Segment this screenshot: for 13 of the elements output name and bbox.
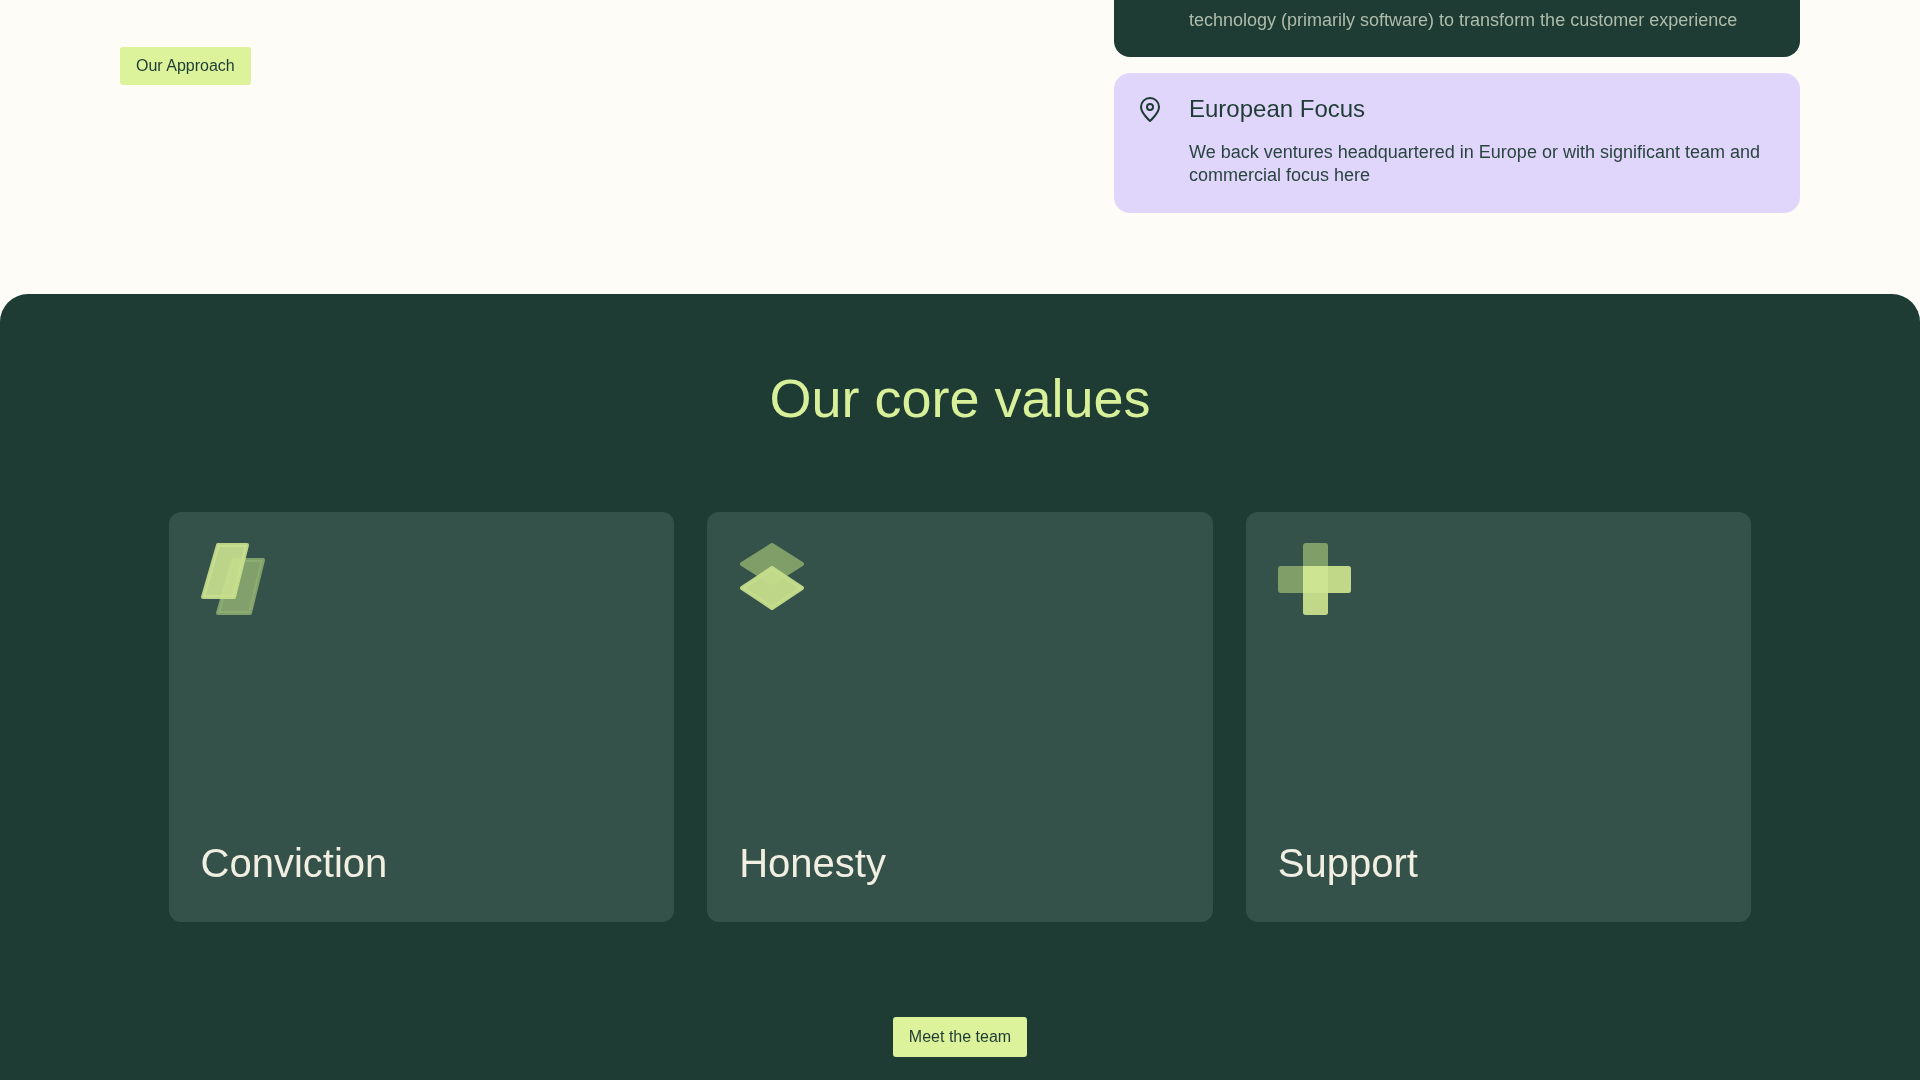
card-description: We back ventures headquartered in Europe or with significant team and commercial focus here [1189,141,1761,187]
plus-icon [1277,543,1351,615]
value-title: Support [1277,840,1418,887]
stacked-layers-icon [739,543,806,610]
card-description: technology (primarily software) to transform the customer experience [1189,9,1738,32]
section-heading: Our core values [769,367,1151,430]
card-title: European Focus [1189,95,1367,123]
our-approach-button[interactable]: Our Approach [120,47,251,85]
map-pin-icon [1139,97,1161,122]
parallelograms-icon [200,543,265,615]
meet-the-team-button[interactable]: Meet the team [892,1017,1028,1057]
value-title: Conviction [200,840,388,887]
value-title: Honesty [739,840,886,887]
